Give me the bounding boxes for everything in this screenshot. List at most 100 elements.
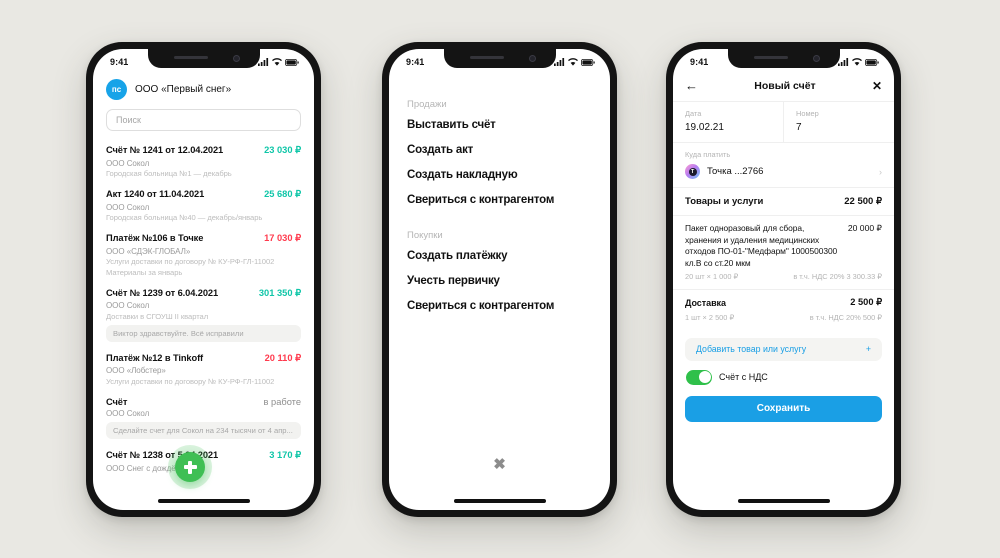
list-item-header: Акт 1240 от 11.04.2021 25 680 ₽	[106, 189, 301, 200]
line-item-price: 2 500 ₽	[850, 297, 882, 308]
menu-item[interactable]: Выставить счёт	[407, 119, 592, 131]
list-item-header: Платёж №12 в Tinkoff 20 110 ₽	[106, 353, 301, 364]
list-item-amount: 20 110 ₽	[264, 352, 301, 363]
number-value: 7	[796, 122, 802, 133]
status-time: 9:41	[110, 57, 129, 67]
list-item-comment[interactable]: Сделайте счет для Сокол на 234 тысячи от…	[106, 422, 301, 439]
notch	[727, 49, 840, 68]
number-field[interactable]: Номер 7	[783, 102, 894, 142]
wifi-icon	[852, 58, 862, 66]
list-item-amount: в работе	[263, 396, 301, 407]
list-item-description: Городская больница №1 — декабрь	[106, 169, 232, 178]
arrow-left-icon[interactable]: ←	[685, 79, 698, 92]
line-item-qty: 20 шт × 1 000 ₽	[685, 272, 739, 282]
list-item-title: Счёт	[106, 396, 128, 407]
list-item[interactable]: Счёт в работе ООО Сокол Сделайте счет дл…	[93, 392, 314, 446]
tochka-letter: Т	[688, 167, 697, 176]
menu-group-label: Продажи	[407, 99, 447, 110]
cellular-bars-icon	[838, 58, 849, 66]
menu-item[interactable]: Создать акт	[407, 144, 592, 156]
add-document-fab[interactable]	[175, 452, 205, 482]
goods-label: Товары и услуги	[685, 196, 764, 207]
phone-device-invoice-list: 9:41 пс ООО «Первый снег» Поиск Счёт № 1…	[86, 42, 321, 517]
vat-toggle-row[interactable]: Счёт с НДС	[673, 361, 894, 385]
battery-icon	[581, 58, 595, 66]
pay-account-name: Точка ...2766	[707, 166, 764, 177]
menu-group-label: Покупки	[407, 230, 443, 241]
list-item-counterparty: ООО «СДЭК-ГЛОБАЛ»	[106, 246, 191, 256]
date-label: Дата	[685, 109, 702, 118]
menu-item[interactable]: Учесть первичку	[407, 275, 592, 287]
goods-total-row: Товары и услуги 22 500 ₽	[673, 187, 894, 215]
speaker-icon	[753, 56, 788, 59]
line-item-header: Доставка 2 500 ₽	[685, 297, 882, 309]
wifi-icon	[568, 58, 578, 66]
line-item-header: Пакет одноразовый для сбора, хранения и …	[685, 223, 882, 269]
front-camera-icon	[232, 54, 240, 62]
list-item[interactable]: Акт 1240 от 11.04.2021 25 680 ₽ ООО Соко…	[93, 184, 314, 228]
list-item-header: Счёт в работе	[106, 397, 301, 407]
list-item-counterparty: ООО «Лобстер»	[106, 366, 166, 375]
cellular-bars-icon	[554, 58, 565, 66]
list-item-title: Счёт № 1241 от 12.04.2021	[106, 145, 224, 155]
status-time: 9:41	[690, 57, 709, 67]
menu-item[interactable]: Создать накладную	[407, 169, 592, 181]
date-number-section: Дата 19.02.21 Номер 7	[673, 101, 894, 142]
payment-account-row[interactable]: Т Точка ...2766 ›	[685, 164, 882, 179]
phone3-body: ← Новый счёт ✕ Дата 19.02.21 Номер 7 Куд	[673, 49, 894, 510]
status-indicators	[258, 58, 299, 66]
list-item-counterparty: ООО Сокол	[106, 202, 150, 212]
list-item[interactable]: Платёж №106 в Точке 17 030 ₽ ООО «СДЭК-Г…	[93, 228, 314, 283]
menu-item[interactable]: Создать платёжку	[407, 250, 592, 262]
list-item[interactable]: Счёт № 1241 от 12.04.2021 23 030 ₽ ООО С…	[93, 140, 314, 184]
search-input[interactable]: Поиск	[106, 109, 301, 131]
list-item[interactable]: Счёт № 1239 от 6.04.2021 301 350 ₽ ООО С…	[93, 283, 314, 348]
line-item[interactable]: Пакет одноразовый для сбора, хранения и …	[673, 215, 894, 289]
vat-toggle[interactable]	[686, 369, 712, 385]
payment-account-section: Куда платить Т Точка ...2766 ›	[673, 142, 894, 187]
add-item-button[interactable]: Добавить товар или услугу +	[685, 337, 882, 361]
line-item-qty: 1 шт × 2 500 ₽	[685, 312, 735, 322]
form-header: ← Новый счёт ✕	[673, 73, 894, 101]
add-item-label: Добавить товар или услугу	[696, 344, 807, 355]
phone1-screen: 9:41 пс ООО «Первый снег» Поиск Счёт № 1…	[93, 49, 314, 510]
status-indicators	[838, 58, 879, 66]
list-item-title: Платёж №106 в Точке	[106, 233, 204, 243]
close-icon[interactable]: ✕	[872, 80, 882, 92]
list-item-amount: 17 030 ₽	[264, 233, 301, 243]
plus-icon: +	[865, 344, 871, 355]
account-header[interactable]: пс ООО «Первый снег»	[93, 73, 314, 100]
pay-label: Куда платить	[685, 150, 731, 159]
chevron-right-icon: ›	[879, 166, 882, 177]
line-item-vat: в т.ч. НДС 20% 3 300.33 ₽	[793, 272, 882, 282]
notch	[147, 49, 260, 68]
list-item-amount: 23 030 ₽	[264, 145, 301, 155]
home-indicator[interactable]	[737, 499, 830, 503]
phone-device-new-invoice: 9:41 ← Новый счёт ✕ Дата 19.02.21 Номер …	[666, 42, 901, 517]
home-indicator[interactable]	[453, 499, 546, 503]
menu-item[interactable]: Свериться с контрагентом	[407, 300, 592, 312]
notch	[443, 49, 556, 68]
line-item[interactable]: Доставка 2 500 ₽ 1 шт × 2 500 ₽ в т.ч. Н…	[673, 289, 894, 329]
list-item-description: Услуги доставки по договору № КУ-РФ-ГЛ-1…	[106, 376, 275, 386]
wifi-icon	[272, 58, 282, 66]
list-item-description: Услуги доставки по договору № КУ-РФ-ГЛ-1…	[106, 257, 275, 266]
home-indicator[interactable]	[157, 499, 250, 503]
list-item[interactable]: Платёж №12 в Tinkoff 20 110 ₽ ООО «Лобст…	[93, 348, 314, 392]
list-item-header: Счёт № 1239 от 6.04.2021 301 350 ₽	[106, 288, 301, 299]
list-item-description: Доставки в СГОУШ II квартал	[106, 311, 209, 321]
list-item-amount: 25 680 ₽	[264, 189, 301, 199]
close-icon[interactable]: ✖	[493, 457, 506, 472]
date-field[interactable]: Дата 19.02.21	[673, 102, 783, 142]
line-item-name: Доставка	[685, 298, 726, 309]
list-item-counterparty: ООО Сокол	[106, 158, 150, 168]
menu-item[interactable]: Свериться с контрагентом	[407, 194, 592, 206]
status-time: 9:41	[406, 57, 425, 67]
front-camera-icon	[528, 54, 536, 62]
battery-icon	[865, 58, 879, 66]
screenshot-stage: 9:41 пс ООО «Первый снег» Поиск Счёт № 1…	[0, 0, 1000, 558]
list-item-comment[interactable]: Виктор здравствуйте. Всё исправили	[106, 324, 301, 342]
menu-group-spacer	[407, 219, 592, 230]
save-button[interactable]: Сохранить	[685, 395, 882, 422]
list-item-description-2: Материалы за январь	[106, 267, 183, 277]
